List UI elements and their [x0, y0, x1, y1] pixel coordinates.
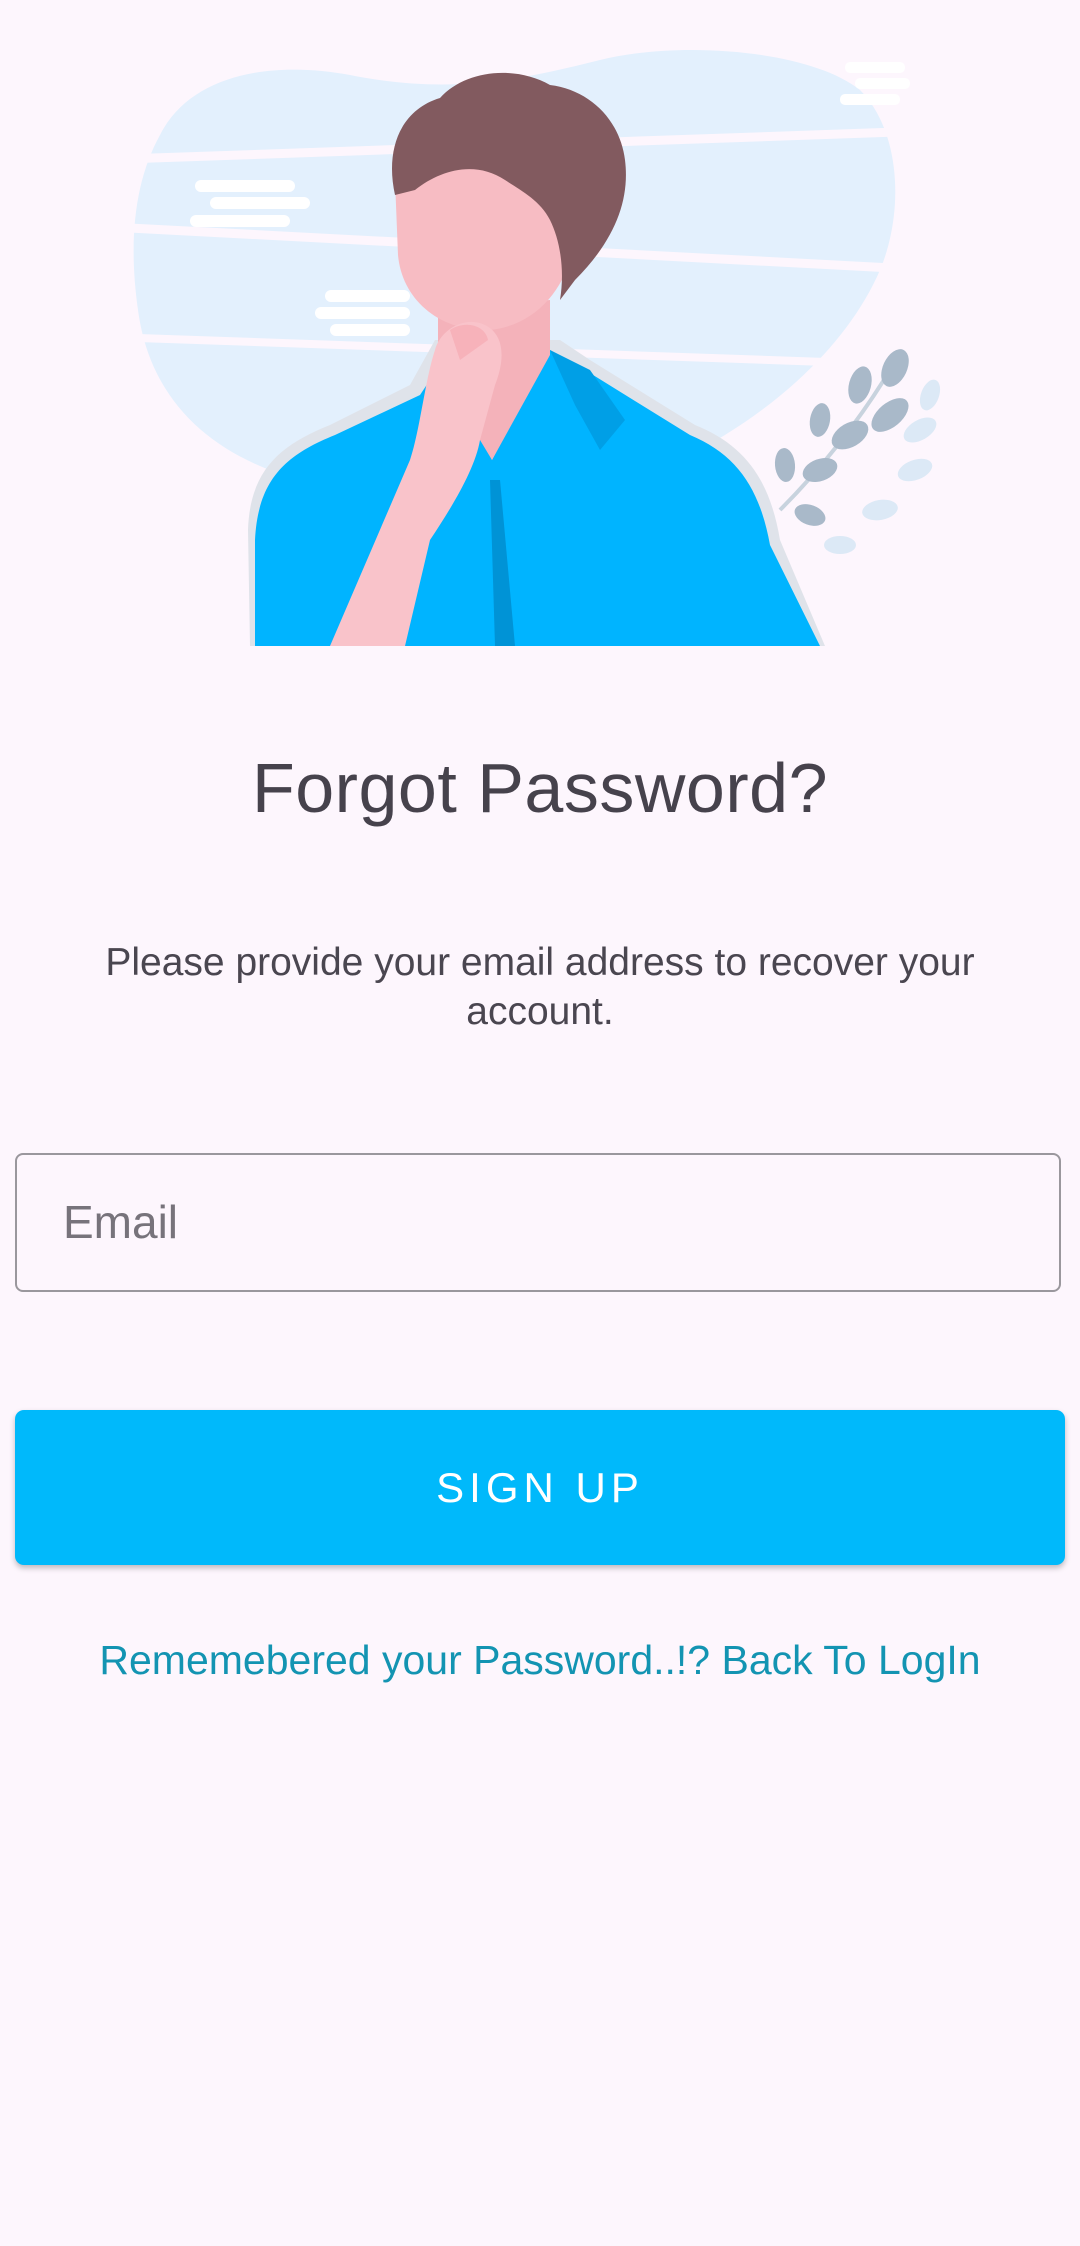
- person-thinking-illustration: [120, 40, 960, 646]
- email-input[interactable]: [63, 1155, 1023, 1289]
- forgot-password-screen: Forgot Password? Please provide your ema…: [0, 0, 1080, 2246]
- email-field[interactable]: [15, 1153, 1061, 1292]
- back-to-login-link[interactable]: Rememebered your Password..!? Back To Lo…: [0, 1637, 1080, 1684]
- sign-up-button[interactable]: SIGN UP: [15, 1410, 1065, 1565]
- page-title: Forgot Password?: [251, 749, 829, 827]
- instructions-text: Please provide your email address to rec…: [105, 941, 975, 1033]
